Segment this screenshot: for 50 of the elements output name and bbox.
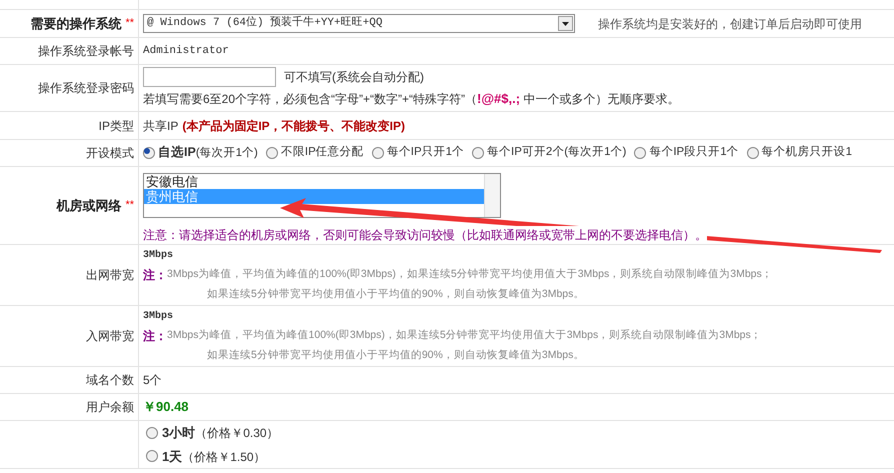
bandwidth-note: 3Mbps为峰值，平均值为峰值100%(即3Mbps)，如果连续5分钟带宽平均使用值大于3Mbps，则系统自动限制峰值为3Mbps； — [167, 328, 762, 343]
option-label: 每个IP段只开1个 — [649, 144, 739, 160]
option-label: 不限IP任意分配 — [280, 144, 364, 160]
field-note: 操作系统均是安装好的，创建订单后启动即可使用 — [598, 16, 862, 32]
option-label: 每个IP只开1个 — [386, 144, 464, 160]
field-value: 5个 — [143, 372, 162, 389]
network-listbox[interactable]: 安徽电信 贵州电信 — [143, 173, 501, 218]
field-label: 域名个数 — [86, 372, 134, 389]
bandwidth-note: 如果连续5分钟带宽平均使用值小于平均值的90%，则自动恢复峰值为3Mbps。 — [206, 286, 586, 302]
os-select[interactable]: @ Windows 7 (64位) 预装千牛+YY+旺旺+QQ — [143, 14, 575, 33]
field-label: 机房或网络 — [56, 196, 122, 215]
option-label: 每个IP可开2个(每次开1个) — [487, 144, 626, 160]
field-label: 用户余额 — [86, 399, 134, 416]
price-option-label: 1天（价格￥1.50） — [162, 448, 266, 466]
field-label: 操作系统登录密码 — [38, 80, 134, 97]
radio-button[interactable] — [634, 147, 646, 159]
radio-button[interactable] — [146, 450, 158, 462]
required-mark: ** — [125, 16, 134, 32]
radio-button[interactable] — [372, 147, 384, 159]
radio-button[interactable] — [146, 426, 158, 439]
balance-value: ￥90.48 — [143, 398, 189, 416]
field-value: 共享IP — [143, 118, 178, 134]
note-label: 注： — [143, 328, 167, 345]
ip-warning: (本产品为固定IP，不能拨号、不能改变IP) — [182, 118, 406, 134]
list-option[interactable]: 安徽电信 — [144, 174, 484, 189]
note-label: 注： — [143, 266, 167, 284]
bandwidth-value: 3Mbps — [143, 310, 174, 324]
bandwidth-note: 3Mbps为峰值，平均值为峰值的100%(即3Mbps)，如果连续5分钟带宽平均使用值大于3Mbps，则系统自动限制峰值为3Mbps； — [167, 266, 773, 282]
bandwidth-note: 如果连续5分钟带宽平均使用值小于平均值的90%，则自动恢复峰值为3Mbps。 — [206, 348, 586, 363]
radio-button[interactable] — [746, 147, 759, 159]
bandwidth-value: 3Mbps — [143, 248, 174, 263]
field-label: IP类型 — [98, 118, 134, 134]
field-label: 操作系统登录帐号 — [38, 43, 134, 60]
price-option-label: 3小时（价格￥0.30） — [162, 424, 279, 442]
password-rule: 若填写需要6至20个字符，必须包含“字母”+“数字”+“特殊字符”（!@#$,.; 中一个或多个）无顺序要求。 — [143, 90, 680, 108]
required-mark: ** — [125, 198, 134, 214]
field-hint: 可不填写(系统会自动分配) — [284, 69, 424, 86]
radio-button[interactable] — [472, 147, 484, 159]
field-label: 入网带宽 — [86, 328, 134, 345]
option-label: 每个机房只开设1 — [762, 144, 852, 160]
field-value: Administrator — [143, 44, 229, 59]
field-label: 开设模式 — [86, 145, 134, 162]
radio-button[interactable] — [266, 147, 278, 159]
network-note: 注意：请选择适合的机房或网络，否则可能会导致访问较慢（比如联通网络或宽带上网的不要选择电信）。 — [143, 226, 707, 244]
option-label: 自选IP(每次开1个) — [158, 144, 258, 162]
password-field[interactable] — [143, 67, 276, 88]
radio-button[interactable] — [143, 147, 155, 159]
field-label: 出网带宽 — [86, 267, 134, 284]
field-label: 需要的操作系统 — [30, 14, 122, 33]
scrollbar[interactable] — [484, 174, 500, 217]
